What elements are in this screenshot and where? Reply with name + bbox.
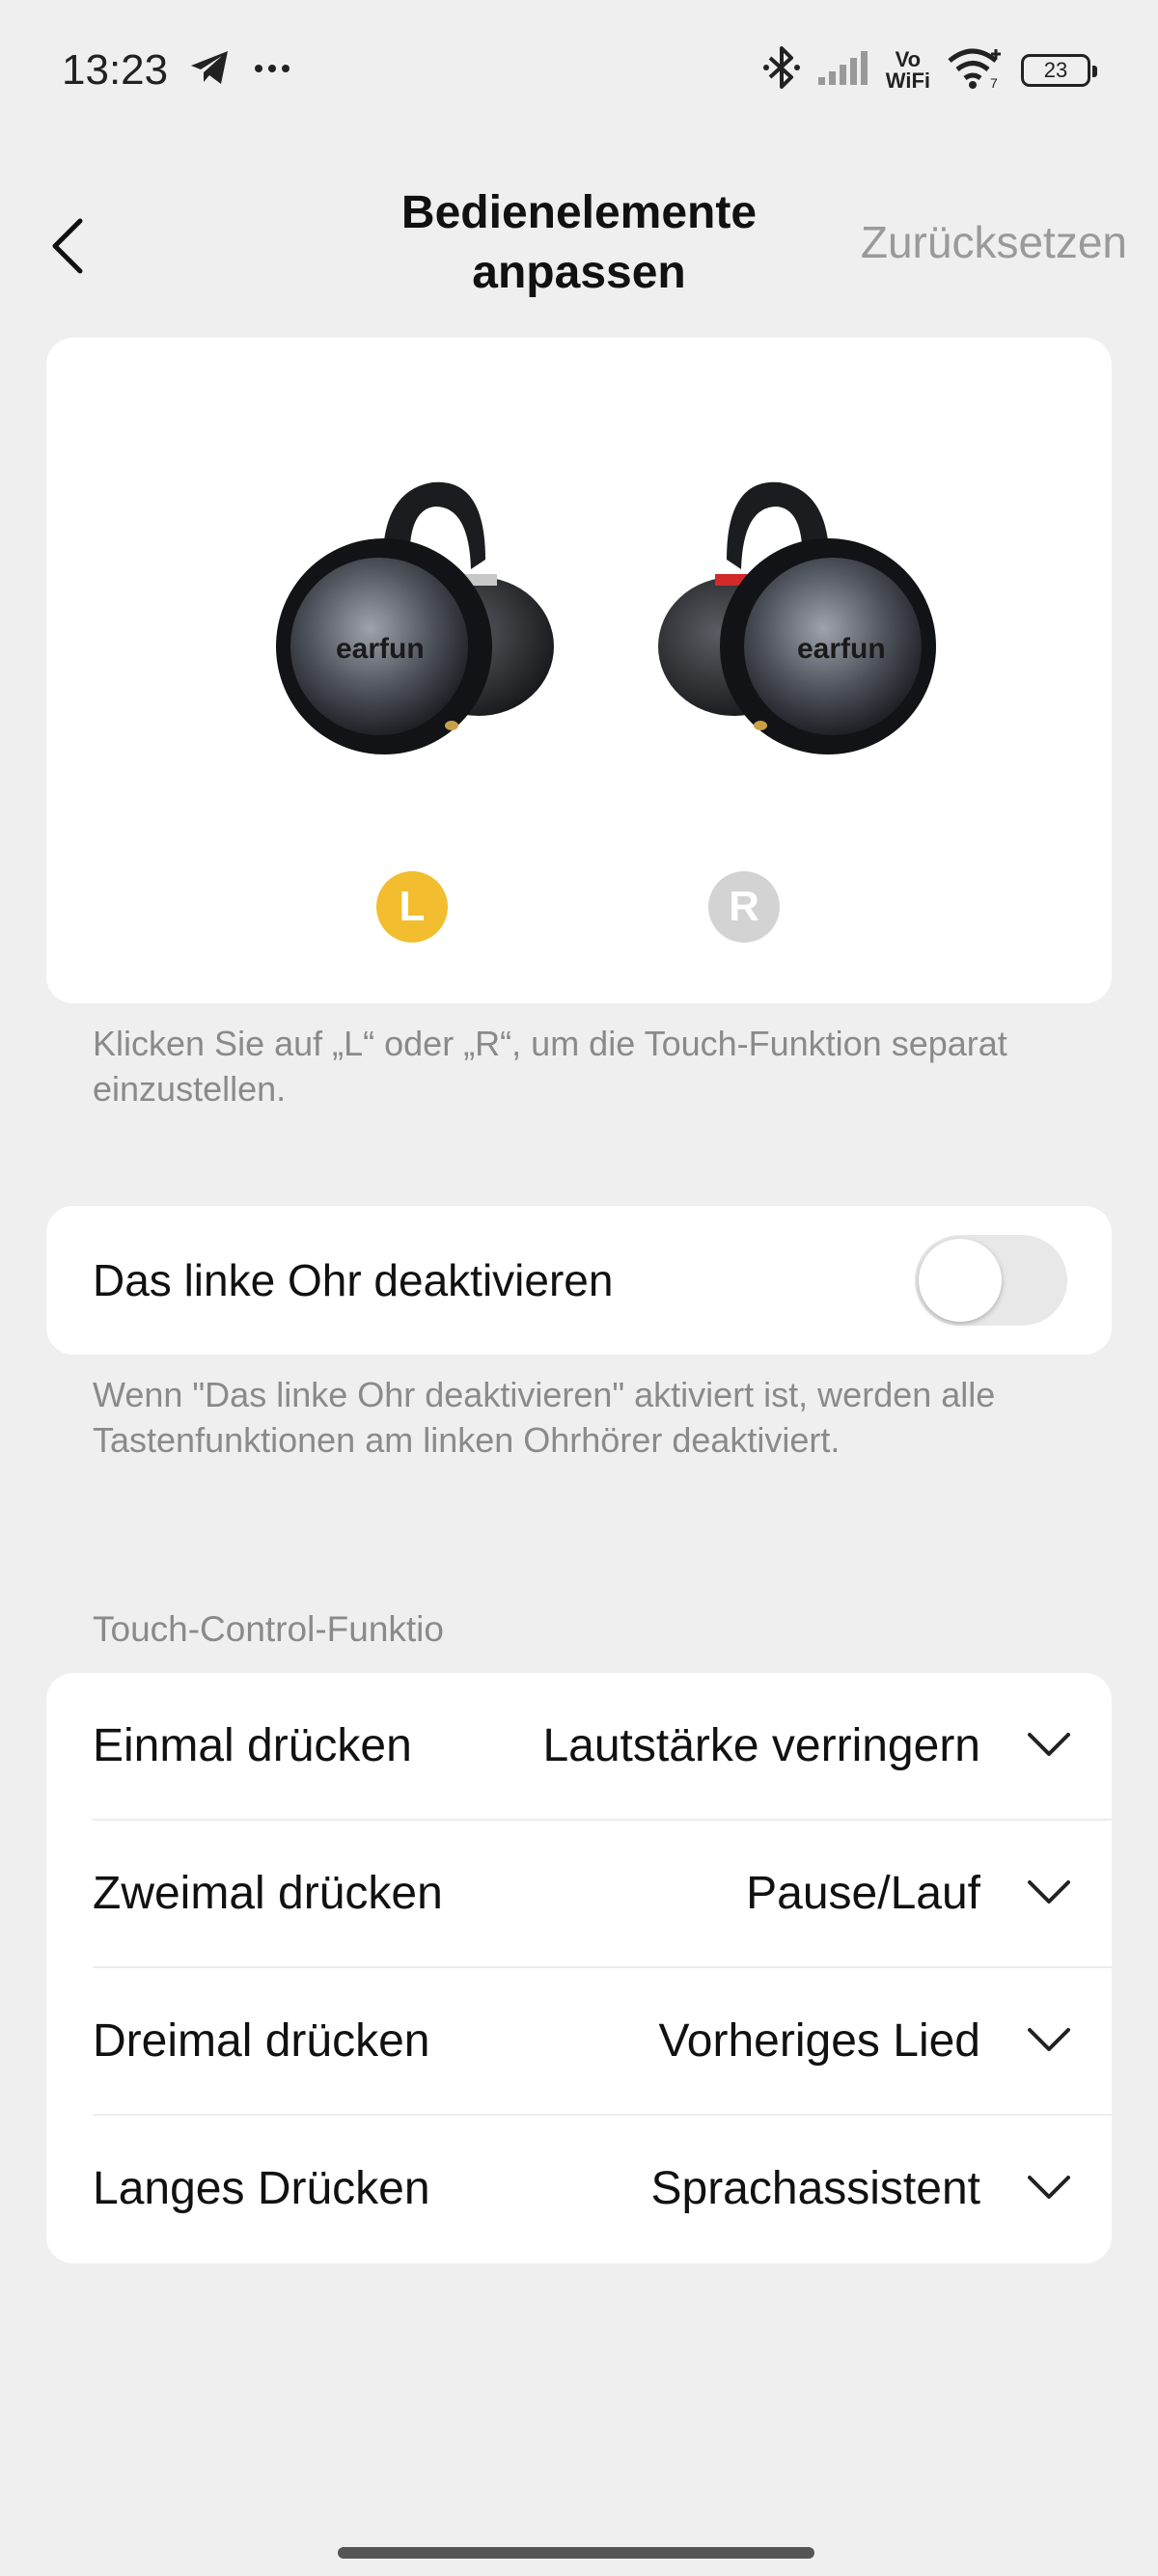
chevron-down-icon [1025,1873,1073,1911]
reset-button[interactable]: Zurücksetzen [861,216,1127,268]
header: Bedienelemente anpassen Zurücksetzen [0,174,1158,318]
status-right-icons: Vo WiFi 7 23 [762,44,1097,96]
disable-left-ear-label: Das linke Ohr deaktivieren [93,1255,614,1305]
row-label: Zweimal drücken [93,1868,443,1919]
row-value: Sprachassistent [650,2163,980,2214]
earbud-select-hint: Klicken Sie auf „L“ oder „R“, um die Tou… [93,1024,1007,1109]
earbuds-card: earfun earfun L R [46,338,1112,1003]
vowifi-bottom: WiFi [885,68,930,93]
left-brand-logo: earfun [336,633,425,665]
right-brand-logo: earfun [797,633,886,665]
row-value: Lautstärke verringern [542,1720,980,1771]
control-row-single-press[interactable]: Einmal drücken Lautstärke verringern [46,1673,1112,1821]
control-row-triple-press[interactable]: Dreimal drücken Vorheriges Lied [46,1968,1112,2116]
row-value: Pause/Lauf [746,1868,980,1919]
disable-left-ear-toggle[interactable] [915,1235,1067,1326]
chevron-down-icon [1025,2168,1073,2206]
right-side-button[interactable]: R [708,871,780,943]
vowifi-top: Vo [895,46,922,71]
row-label: Langes Drücken [93,2163,430,2214]
more-dots-icon [253,62,291,79]
battery-indicator: 23 [1021,53,1097,87]
control-row-double-press[interactable]: Zweimal drücken Pause/Lauf [46,1821,1112,1968]
row-value: Vorheriges Lied [658,2015,980,2067]
touch-controls-card: Einmal drücken Lautstärke verringern Zwe… [46,1673,1112,2263]
chevron-down-icon [1025,2020,1073,2059]
chevron-left-icon [52,218,83,274]
home-indicator[interactable] [338,2547,814,2559]
svg-text:7: 7 [990,75,998,90]
bluetooth-icon [762,44,801,96]
left-side-button[interactable]: L [376,871,448,943]
chevron-down-icon [1025,1725,1073,1764]
disable-left-ear-card: Das linke Ohr deaktivieren [46,1206,1112,1355]
page-title: Bedienelemente anpassen [400,187,758,298]
row-label: Einmal drücken [93,1720,412,1771]
section-title: Touch-Control-Funktio [93,1609,444,1649]
vowifi-indicator: Vo WiFi [885,46,930,93]
row-label: Dreimal drücken [93,2015,430,2067]
control-row-long-press[interactable]: Langes Drücken Sprachassistent [46,2116,1112,2263]
toggle-knob [919,1239,1002,1322]
wifi-icon: 7 [946,45,1006,95]
status-left-icons [189,48,291,92]
disable-left-ear-hint: Wenn "Das linke Ohr deaktivieren" aktivi… [93,1375,996,1460]
signal-icon [816,48,870,92]
right-earbud-image[interactable]: earfun [616,473,973,762]
status-time: 13:23 [62,46,169,94]
left-earbud-image[interactable]: earfun [239,473,596,762]
back-button[interactable] [39,212,96,280]
status-bar: 13:23 Vo WiFi 7 23 [0,0,1158,145]
telegram-icon [189,48,232,92]
